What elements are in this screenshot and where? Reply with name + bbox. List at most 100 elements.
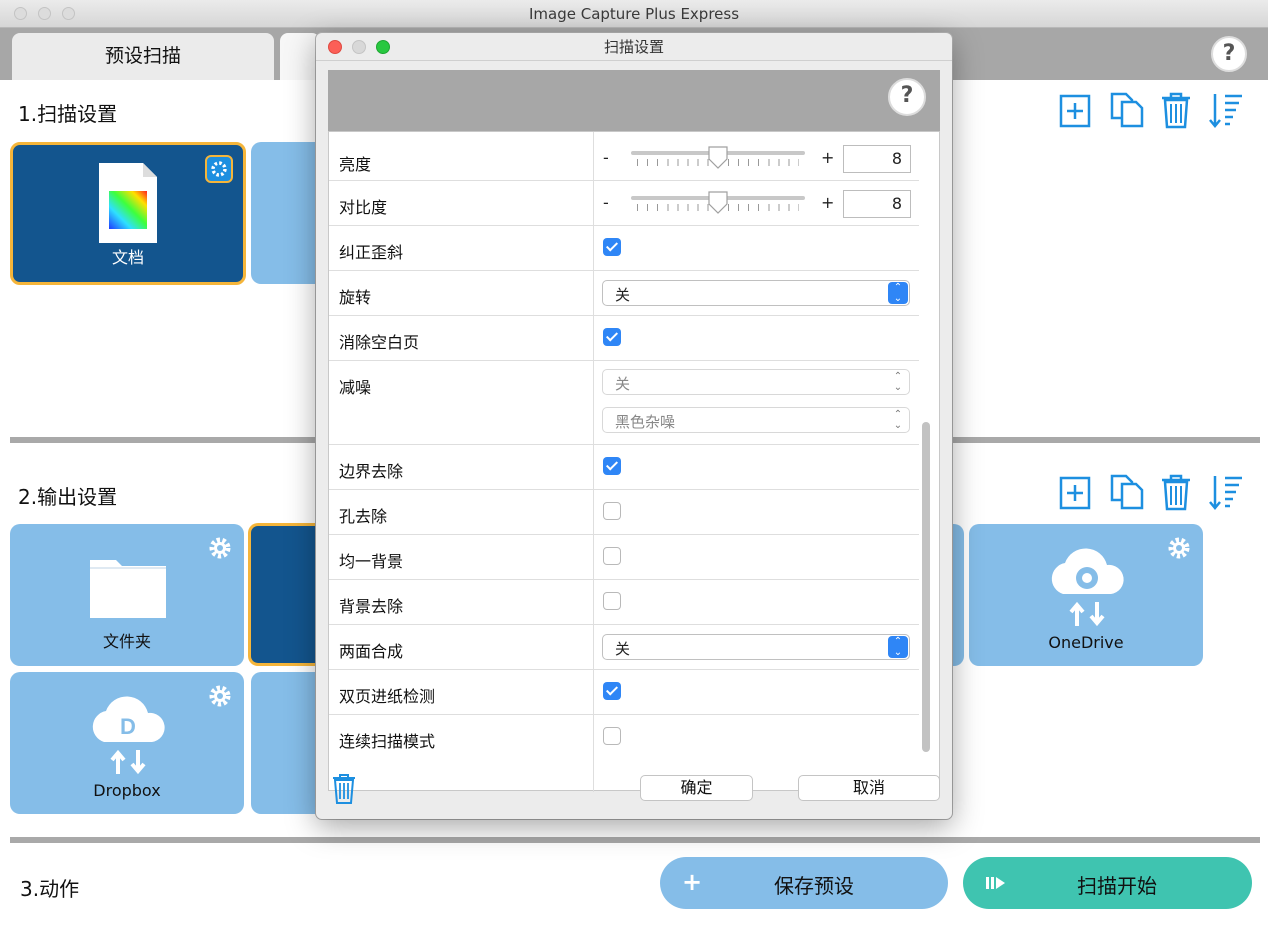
row-background-removal: 背景去除 (329, 580, 919, 625)
scan-card-partial[interactable] (251, 142, 321, 284)
help-icon[interactable]: ? (1211, 36, 1247, 72)
sort-icon[interactable] (1208, 472, 1244, 512)
chevron-updown-icon: ⌃ ⌄ (888, 636, 908, 658)
brightness-minus[interactable]: - (603, 148, 609, 167)
output-card-folder[interactable]: 文件夹 (10, 524, 244, 666)
scan-settings-title: 1.扫描设置 (18, 102, 118, 126)
duplicate-icon[interactable] (1108, 90, 1144, 130)
double-feed-label: 双页进纸检测 (339, 687, 436, 706)
tab-secondary[interactable] (280, 33, 320, 80)
row-brightness: 亮度 - + 8 (329, 132, 919, 181)
continuous-label: 连续扫描模式 (339, 732, 436, 751)
cloud-onedrive-icon (1051, 548, 1124, 627)
action-title: 3.动作 (20, 877, 80, 901)
document-icon (99, 163, 157, 243)
scan-toolbar (1058, 90, 1244, 130)
duplex-merge-select[interactable]: 关 ⌃ ⌄ (602, 634, 910, 660)
row-double-feed: 双页进纸检测 (329, 670, 919, 715)
deskew-checkbox[interactable] (603, 238, 621, 256)
tab-preset-scan[interactable]: 预设扫描 (12, 33, 274, 80)
brightness-plus[interactable]: + (821, 148, 834, 167)
output-settings-title: 2.输出设置 (18, 485, 118, 509)
row-continuous-scan: 连续扫描模式 (329, 715, 919, 760)
save-preset-label: 保存预设 (774, 874, 854, 898)
output-card-partial-2[interactable] (251, 672, 321, 814)
dialog-close-button[interactable] (328, 40, 342, 54)
chevron-updown-icon: ⌃ ⌄ (893, 371, 903, 393)
contrast-minus[interactable]: - (603, 193, 609, 212)
blank-page-checkbox[interactable] (603, 328, 621, 346)
add-icon[interactable] (1058, 472, 1094, 512)
bg-remove-checkbox[interactable] (603, 592, 621, 610)
table-scrollbar[interactable] (922, 422, 930, 752)
chevron-updown-icon: ⌃ ⌄ (888, 282, 908, 304)
scan-card-document-label: 文档 (111, 248, 144, 267)
border-checkbox[interactable] (603, 457, 621, 475)
dialog-help-icon[interactable]: ? (888, 78, 926, 116)
dialog-zoom-button[interactable] (376, 40, 390, 54)
cloud-dropbox-icon: D (92, 696, 165, 775)
uniform-bg-checkbox[interactable] (603, 547, 621, 565)
settings-table: 亮度 - + 8 对比度 - + 8 纠正歪斜 旋转 关 ⌃ ⌄ 消除空白页 减… (328, 131, 940, 792)
duplicate-icon[interactable] (1108, 472, 1144, 512)
chevron-updown-icon: ⌃ ⌄ (893, 409, 903, 431)
row-contrast: 对比度 - + 8 (329, 181, 919, 226)
output-toolbar (1058, 472, 1244, 512)
dialog-trash-icon[interactable] (331, 773, 357, 805)
tab-preset-scan-label: 预设扫描 (104, 45, 181, 67)
output-card-hidden-partial[interactable] (950, 524, 964, 666)
output-card-onedrive[interactable]: OneDrive (969, 524, 1203, 666)
hole-checkbox[interactable] (603, 502, 621, 520)
row-uniform-background: 均一背景 (329, 535, 919, 580)
row-hole-removal: 孔去除 (329, 490, 919, 535)
row-noise-reduction: 减噪 关 ⌃ ⌄ 黑色杂噪 ⌃ ⌄ (329, 361, 919, 445)
noise-mode-select[interactable]: 关 ⌃ ⌄ (602, 369, 910, 395)
sort-icon[interactable] (1208, 90, 1244, 130)
section-divider-2 (10, 837, 1260, 843)
border-label: 边界去除 (339, 462, 404, 481)
noise-type-value: 黑色杂噪 (615, 413, 676, 431)
rotate-select[interactable]: 关 ⌃ ⌄ (602, 280, 910, 306)
row-rotate: 旋转 关 ⌃ ⌄ (329, 271, 919, 316)
add-icon[interactable] (1058, 90, 1094, 130)
contrast-plus[interactable]: + (821, 193, 834, 212)
folder-icon (90, 560, 166, 618)
dropbox-settings-gear-icon[interactable] (206, 682, 234, 710)
double-feed-checkbox[interactable] (603, 682, 621, 700)
onedrive-settings-gear-icon[interactable] (1165, 534, 1193, 562)
trash-icon[interactable] (1158, 472, 1194, 512)
trash-icon[interactable] (1158, 90, 1194, 130)
brightness-slider-thumb[interactable] (707, 145, 729, 169)
output-card-dropbox[interactable]: D Dropbox (10, 672, 244, 814)
play-icon (986, 877, 1005, 889)
start-scan-button[interactable]: 扫描开始 (963, 857, 1252, 909)
duplex-merge-label: 两面合成 (339, 642, 404, 661)
hole-label: 孔去除 (339, 507, 388, 526)
rotate-select-value: 关 (615, 286, 631, 304)
scan-settings-dialog: 扫描设置 ? 亮度 - + 8 对比度 - + 8 纠正歪斜 旋转 关 ⌃ ⌄ … (316, 33, 952, 819)
dialog-minimize-button[interactable] (352, 40, 366, 54)
save-preset-button[interactable]: + 保存预设 (660, 857, 948, 909)
cancel-button[interactable]: 取消 (798, 775, 940, 801)
brightness-control: - + 8 (601, 145, 911, 175)
output-card-selected-partial[interactable] (248, 523, 318, 666)
duplex-merge-value: 关 (615, 640, 631, 658)
bg-remove-label: 背景去除 (339, 597, 404, 616)
contrast-value-field[interactable]: 8 (843, 190, 911, 218)
document-settings-gear-icon[interactable] (205, 155, 233, 183)
main-titlebar: Image Capture Plus Express (0, 0, 1268, 28)
scan-card-document[interactable]: 文档 (10, 142, 246, 285)
contrast-label: 对比度 (339, 198, 388, 217)
contrast-slider-thumb[interactable] (707, 190, 729, 214)
brightness-value-field[interactable]: 8 (843, 145, 911, 173)
folder-settings-gear-icon[interactable] (206, 534, 234, 562)
brightness-label: 亮度 (339, 155, 372, 174)
rotate-label: 旋转 (339, 288, 372, 307)
row-duplex-merge: 两面合成 关 ⌃ ⌄ (329, 625, 919, 670)
output-card-dropbox-label: Dropbox (93, 781, 161, 800)
continuous-checkbox[interactable] (603, 727, 621, 745)
dialog-title: 扫描设置 (603, 38, 664, 56)
ok-button[interactable]: 确定 (640, 775, 753, 801)
start-scan-label: 扫描开始 (1077, 874, 1157, 898)
noise-type-select[interactable]: 黑色杂噪 ⌃ ⌄ (602, 407, 910, 433)
